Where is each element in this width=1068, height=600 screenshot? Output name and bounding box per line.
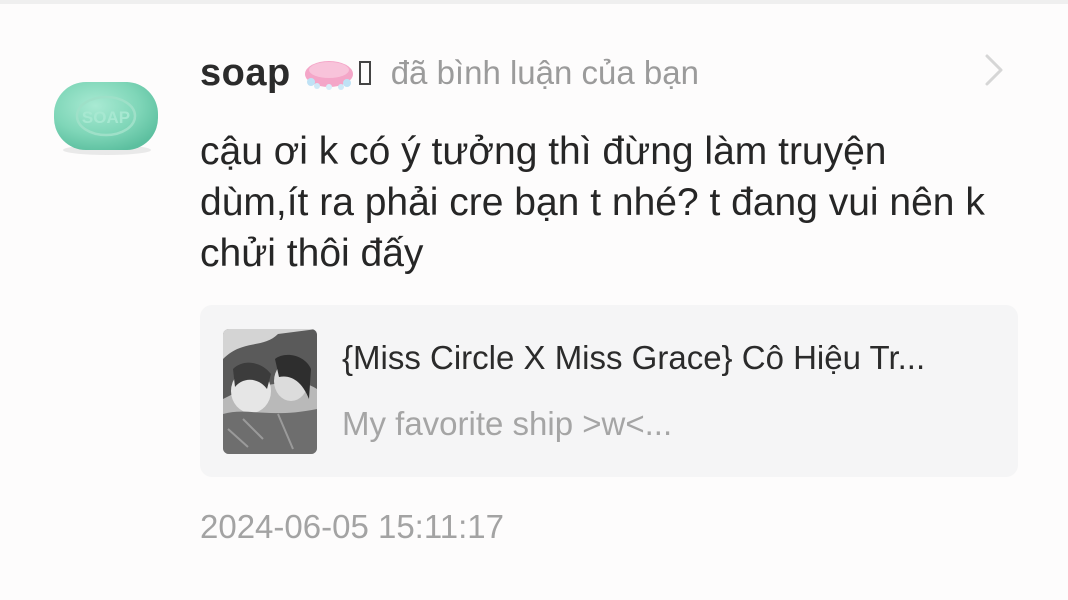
story-title: {Miss Circle X Miss Grace} Cô Hiệu Tr... xyxy=(342,339,926,376)
top-divider xyxy=(0,0,1068,4)
story-cover-image xyxy=(223,329,317,454)
story-description: My favorite ship >w<... xyxy=(342,405,673,442)
timestamp: 2024-06-05 15:11:17 xyxy=(200,508,504,545)
soap-bar-icon: SOAP xyxy=(54,82,158,155)
pink-soap-badge-icon xyxy=(303,56,355,90)
chevron-right-icon[interactable] xyxy=(980,52,1008,88)
missing-glyph-icon xyxy=(358,61,371,85)
user-avatar[interactable]: SOAP xyxy=(52,78,160,156)
soap-logo-text: SOAP xyxy=(82,108,130,127)
action-text: đã bình luận của bạn xyxy=(390,54,699,91)
username[interactable]: soap xyxy=(200,52,291,95)
notification-header: soap đã bình luận của bạn xyxy=(200,48,699,98)
story-card[interactable]: {Miss Circle X Miss Grace} Cô Hiệu Tr...… xyxy=(200,305,1018,477)
comment-text: cậu ơi k có ý tưởng thì đừng làm truyện … xyxy=(200,130,985,275)
